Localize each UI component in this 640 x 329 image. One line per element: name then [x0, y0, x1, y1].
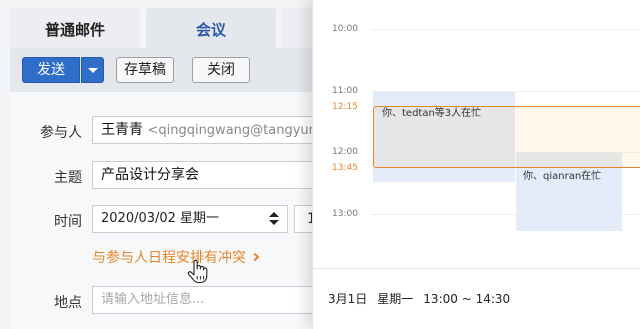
time-label-1000: 10:00	[332, 24, 358, 34]
tab-normal-mail[interactable]: 普通邮件	[10, 8, 140, 48]
meeting-form: 参与人 王青青 <qingqingwang@tangyun 主题 产品设计分享会…	[10, 92, 330, 329]
time-label-1345: 13:45	[332, 163, 358, 173]
subject-field[interactable]: 产品设计分享会	[92, 161, 330, 189]
toolbar: 发送 存草稿 关闭	[10, 48, 330, 92]
close-button[interactable]: 关闭	[192, 57, 250, 83]
attendee-label: 参与人	[40, 125, 82, 141]
time-label-1300: 13:00	[332, 209, 358, 219]
compose-pane: 普通邮件 会议 发送 存草稿 关闭 参与人 王青青 <qingqingwang@…	[0, 0, 330, 329]
time-label-1200: 12:00	[332, 147, 358, 157]
conflict-text: 与参与人日程安排有冲突	[92, 250, 246, 266]
location-label: 地点	[54, 295, 82, 311]
footer-weekday: 星期一	[377, 292, 414, 306]
attendee-email: <qingqingwang@tangyun	[147, 123, 317, 138]
date-select[interactable]: 2020/03/02 星期一	[92, 205, 288, 233]
chevron-right-icon	[250, 252, 260, 262]
busy-text-tedtan: 你、tedtan等3人在忙	[382, 108, 482, 119]
sort-arrows-icon	[269, 212, 279, 226]
tab-bar: 普通邮件 会议	[0, 8, 330, 48]
send-button[interactable]: 发送	[22, 57, 80, 83]
attendee-field[interactable]: 王青青 <qingqingwang@tangyun	[92, 116, 330, 144]
tab-meeting[interactable]: 会议	[146, 8, 276, 48]
conflict-link[interactable]: 与参与人日程安排有冲突	[92, 247, 260, 267]
attendee-name: 王青青	[101, 122, 143, 138]
location-input[interactable]: 请输入地址信息...	[92, 286, 330, 314]
send-options-button[interactable]	[81, 57, 104, 83]
chevron-down-icon	[88, 68, 98, 73]
footer-time-range: 13:00 ~ 14:30	[423, 292, 511, 306]
time-label-1215: 12:15	[332, 102, 358, 112]
footer-date: 3月1日	[328, 292, 368, 306]
time-label-1100: 11:00	[332, 86, 358, 96]
calendar-footer: 3月1日 星期一 13:00 ~ 14:30	[328, 290, 520, 307]
busy-text-qianran: 你、qianran在忙	[523, 171, 602, 182]
date-value: 2020/03/02 星期一	[101, 211, 220, 226]
save-draft-button[interactable]: 存草稿	[116, 57, 174, 83]
footer-divider	[313, 268, 640, 269]
time-label: 时间	[54, 214, 82, 230]
hour-line	[371, 29, 640, 30]
hand-pointer-icon	[187, 259, 208, 284]
calendar-pane: 10:00 11:00 12:15 12:00 13:45 13:00 你、te…	[312, 0, 640, 329]
subject-label: 主题	[54, 170, 82, 186]
